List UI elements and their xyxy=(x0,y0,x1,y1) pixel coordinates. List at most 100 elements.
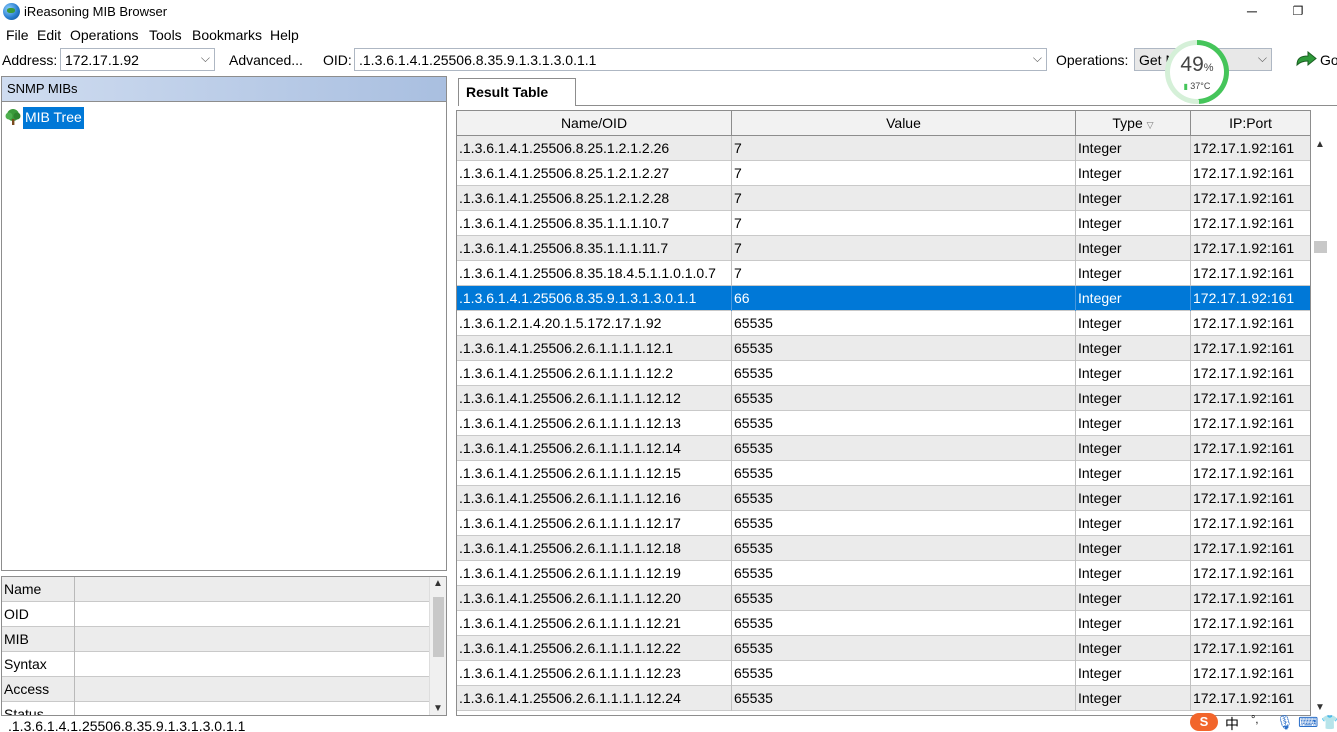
mib-tree-panel: SNMP MIBs MIB Tree xyxy=(1,76,447,571)
table-row[interactable]: .1.3.6.1.4.1.25506.2.6.1.1.1.1.12.23 6553… xyxy=(457,661,1310,686)
cell-type: Integer xyxy=(1076,536,1191,561)
advanced-button[interactable]: Advanced... xyxy=(229,52,303,68)
cell-type: Integer xyxy=(1076,336,1191,361)
go-button[interactable]: Go xyxy=(1320,52,1337,68)
maximize-button[interactable]: ❐ xyxy=(1275,0,1321,24)
oid-value: .1.3.6.1.4.1.25506.8.35.9.1.3.1.3.0.1.1 xyxy=(359,52,597,68)
table-scrollbar[interactable]: ▲ ▼ xyxy=(1312,137,1329,713)
chevron-down-icon[interactable]: ⌵ xyxy=(1258,51,1267,66)
cell-name-oid: .1.3.6.1.4.1.25506.2.6.1.1.1.1.12.23 xyxy=(457,661,732,686)
cell-type: Integer xyxy=(1076,286,1191,311)
status-bar: .1.3.6.1.4.1.25506.8.35.9.1.3.1.3.0.1.1 xyxy=(0,717,1337,732)
scroll-up-icon[interactable]: ▲ xyxy=(433,578,443,589)
table-row[interactable]: .1.3.6.1.4.1.25506.8.25.1.2.1.2.26 7 Integ… xyxy=(457,136,1310,161)
scroll-up-icon[interactable]: ▲ xyxy=(1315,139,1325,150)
table-row[interactable]: .1.3.6.1.4.1.25506.2.6.1.1.1.1.12.18 6553… xyxy=(457,536,1310,561)
cell-ip-port: 172.17.1.92:161 xyxy=(1191,561,1310,586)
table-row[interactable]: .1.3.6.1.4.1.25506.2.6.1.1.1.1.12.12 6553… xyxy=(457,386,1310,411)
cell-ip-port: 172.17.1.92:161 xyxy=(1191,536,1310,561)
table-row[interactable]: .1.3.6.1.4.1.25506.8.35.9.1.3.1.3.0.1.1 6… xyxy=(457,286,1310,311)
column-header-ip-port[interactable]: IP:Port xyxy=(1191,111,1310,136)
cell-type: Integer xyxy=(1076,311,1191,336)
table-row[interactable]: .1.3.6.1.2.1.4.20.1.5.172.17.1.92 65535 In… xyxy=(457,311,1310,336)
cell-type: Integer xyxy=(1076,386,1191,411)
minimize-button[interactable]: ─ xyxy=(1229,0,1275,24)
table-row[interactable]: .1.3.6.1.4.1.25506.2.6.1.1.1.1.12.1 65535… xyxy=(457,336,1310,361)
cell-value: 65535 xyxy=(732,561,1076,586)
keyboard-icon[interactable]: ⌨ xyxy=(1298,714,1318,731)
menu-tools[interactable]: Tools xyxy=(149,27,182,43)
table-row[interactable]: .1.3.6.1.4.1.25506.2.6.1.1.1.1.12.19 6553… xyxy=(457,561,1310,586)
shirt-icon[interactable]: 👕 xyxy=(1321,714,1337,731)
cell-name-oid: .1.3.6.1.4.1.25506.2.6.1.1.1.1.12.24 xyxy=(457,686,732,711)
cell-name-oid: .1.3.6.1.4.1.25506.8.35.1.1.1.10.7 xyxy=(457,211,732,236)
cell-type: Integer xyxy=(1076,361,1191,386)
cell-ip-port: 172.17.1.92:161 xyxy=(1191,261,1310,286)
cell-ip-port: 172.17.1.92:161 xyxy=(1191,386,1310,411)
oid-combo[interactable]: .1.3.6.1.4.1.25506.8.35.9.1.3.1.3.0.1.1 … xyxy=(354,48,1047,71)
tree-node-label[interactable]: MIB Tree xyxy=(23,107,84,129)
cell-name-oid: .1.3.6.1.4.1.25506.8.35.18.4.5.1.1.0.1.0… xyxy=(457,261,732,286)
cell-value: 65535 xyxy=(732,336,1076,361)
cell-name-oid: .1.3.6.1.4.1.25506.2.6.1.1.1.1.12.22 xyxy=(457,636,732,661)
cell-type: Integer xyxy=(1076,261,1191,286)
scroll-thumb[interactable] xyxy=(433,597,444,657)
cell-name-oid: .1.3.6.1.4.1.25506.2.6.1.1.1.1.12.12 xyxy=(457,386,732,411)
table-row[interactable]: .1.3.6.1.4.1.25506.2.6.1.1.1.1.12.17 6553… xyxy=(457,511,1310,536)
cell-name-oid: .1.3.6.1.4.1.25506.8.35.1.1.1.11.7 xyxy=(457,236,732,261)
table-row[interactable]: .1.3.6.1.4.1.25506.8.25.1.2.1.2.27 7 Integ… xyxy=(457,161,1310,186)
cell-ip-port: 172.17.1.92:161 xyxy=(1191,636,1310,661)
column-header-value[interactable]: Value xyxy=(732,111,1076,136)
table-row[interactable]: .1.3.6.1.4.1.25506.8.35.18.4.5.1.1.0.1.0… xyxy=(457,261,1310,286)
table-row[interactable]: .1.3.6.1.4.1.25506.2.6.1.1.1.1.12.14 6553… xyxy=(457,436,1310,461)
scroll-thumb[interactable] xyxy=(1314,241,1327,253)
table-row[interactable]: .1.3.6.1.4.1.25506.2.6.1.1.1.1.12.15 6553… xyxy=(457,461,1310,486)
table-row[interactable]: .1.3.6.1.4.1.25506.2.6.1.1.1.1.12.22 6553… xyxy=(457,636,1310,661)
menu-help[interactable]: Help xyxy=(270,27,299,43)
cell-value: 65535 xyxy=(732,586,1076,611)
cell-name-oid: .1.3.6.1.4.1.25506.2.6.1.1.1.1.12.17 xyxy=(457,511,732,536)
app-globe-icon xyxy=(3,3,20,20)
table-row[interactable]: .1.3.6.1.4.1.25506.2.6.1.1.1.1.12.13 6553… xyxy=(457,411,1310,436)
property-name: Access xyxy=(2,677,75,702)
cell-value: 65535 xyxy=(732,386,1076,411)
menu-bookmarks[interactable]: Bookmarks xyxy=(192,27,262,43)
go-arrow-icon[interactable] xyxy=(1295,51,1317,67)
cell-type: Integer xyxy=(1076,236,1191,261)
ime-punctuation-toggle[interactable]: °, xyxy=(1251,714,1258,726)
column-header-type[interactable]: Type ▽ xyxy=(1076,111,1191,136)
chevron-down-icon[interactable]: ⌵ xyxy=(1033,51,1042,66)
table-row[interactable]: .1.3.6.1.4.1.25506.2.6.1.1.1.1.12.21 6553… xyxy=(457,611,1310,636)
menu-operations[interactable]: Operations xyxy=(70,27,138,43)
scroll-down-icon[interactable]: ▼ xyxy=(433,703,443,714)
table-row[interactable]: .1.3.6.1.4.1.25506.2.6.1.1.1.1.12.16 6553… xyxy=(457,486,1310,511)
cell-value: 65535 xyxy=(732,686,1076,711)
cell-value: 7 xyxy=(732,161,1076,186)
cell-value: 65535 xyxy=(732,361,1076,386)
address-combo[interactable]: 172.17.1.92 ⌵ xyxy=(60,48,215,71)
cell-ip-port: 172.17.1.92:161 xyxy=(1191,486,1310,511)
table-row[interactable]: .1.3.6.1.4.1.25506.8.25.1.2.1.2.28 7 Integ… xyxy=(457,186,1310,211)
property-row: Status xyxy=(2,702,429,715)
cell-type: Integer xyxy=(1076,186,1191,211)
table-row[interactable]: .1.3.6.1.4.1.25506.8.35.1.1.1.10.7 7 Integ… xyxy=(457,211,1310,236)
mib-properties-table: Name OID MIB Syntax Access Status ▲ ▼ xyxy=(1,576,447,716)
microphone-icon[interactable]: 🎙 xyxy=(1276,714,1294,731)
menu-edit[interactable]: Edit xyxy=(37,27,61,43)
cell-value: 7 xyxy=(732,236,1076,261)
table-row[interactable]: .1.3.6.1.4.1.25506.8.35.1.1.1.11.7 7 Integ… xyxy=(457,236,1310,261)
cell-ip-port: 172.17.1.92:161 xyxy=(1191,361,1310,386)
table-row[interactable]: .1.3.6.1.4.1.25506.2.6.1.1.1.1.12.2 65535… xyxy=(457,361,1310,386)
column-header-name-oid[interactable]: Name/OID xyxy=(457,111,732,136)
tab-result-table[interactable]: Result Table xyxy=(458,78,576,106)
window-title: iReasoning MIB Browser xyxy=(24,4,168,19)
ime-language-toggle[interactable]: 中 xyxy=(1225,714,1239,732)
menu-file[interactable]: File xyxy=(6,27,29,43)
table-row[interactable]: .1.3.6.1.4.1.25506.2.6.1.1.1.1.12.20 6553… xyxy=(457,586,1310,611)
chevron-down-icon[interactable]: ⌵ xyxy=(201,51,210,66)
properties-scrollbar[interactable]: ▲ ▼ xyxy=(429,577,446,715)
property-name: Syntax xyxy=(2,652,75,677)
ime-logo-icon[interactable]: S xyxy=(1190,713,1218,731)
table-row[interactable]: .1.3.6.1.4.1.25506.2.6.1.1.1.1.12.24 6553… xyxy=(457,686,1310,711)
cell-value: 65535 xyxy=(732,661,1076,686)
